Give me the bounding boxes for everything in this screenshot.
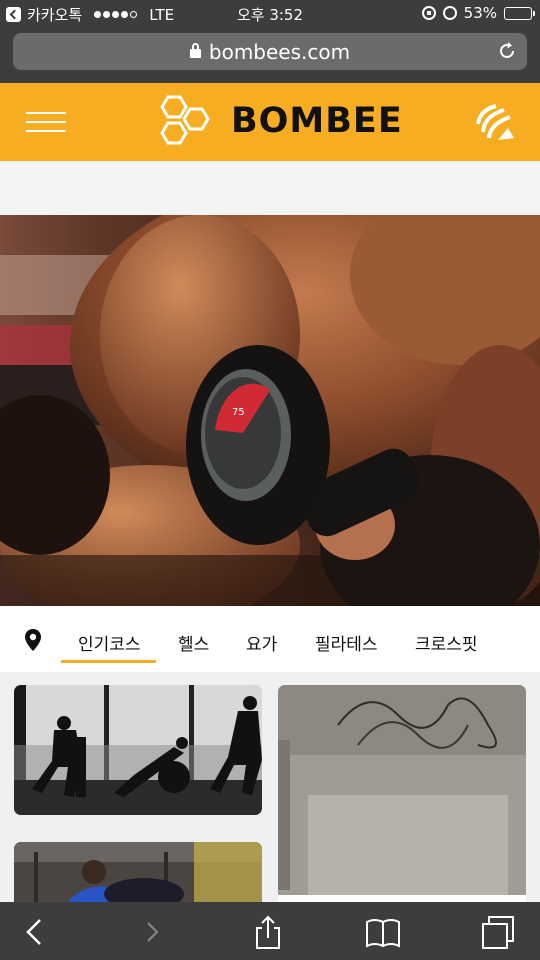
card-caption: 제목 bbox=[278, 895, 526, 902]
tab-yoga[interactable]: 요가 bbox=[246, 630, 277, 655]
card-silhouette-workout[interactable] bbox=[14, 685, 262, 815]
bookmarks-icon[interactable] bbox=[365, 914, 401, 950]
back-icon[interactable] bbox=[16, 914, 52, 950]
browser-address-area: bombees.com bbox=[0, 28, 540, 83]
site-logo[interactable]: BOMBEE bbox=[155, 93, 403, 149]
hero-banner-image[interactable]: 75 bbox=[0, 215, 540, 606]
rotation-lock-icon bbox=[421, 6, 436, 20]
hamburger-menu-icon[interactable] bbox=[26, 110, 66, 134]
url-display[interactable]: bombees.com bbox=[13, 40, 527, 64]
browser-toolbar bbox=[0, 902, 540, 960]
padlock-icon bbox=[189, 43, 201, 58]
dumbbell-workout-photo: 75 bbox=[0, 215, 540, 606]
logo-text: BOMBEE bbox=[231, 101, 403, 141]
header-spacer bbox=[0, 161, 540, 215]
card-title-post[interactable]: 제목 bbox=[278, 685, 526, 902]
address-bar[interactable]: bombees.com bbox=[13, 33, 527, 70]
tab-health[interactable]: 헬스 bbox=[178, 630, 209, 655]
card-gym-training[interactable] bbox=[14, 842, 262, 902]
cables-photo bbox=[278, 685, 526, 902]
forward-icon[interactable] bbox=[134, 914, 170, 950]
url-text: bombees.com bbox=[208, 40, 351, 64]
brand-wings-icon[interactable] bbox=[474, 102, 516, 144]
category-nav: 인기코스 헬스 요가 필라테스 크로스핏 bbox=[0, 606, 540, 672]
svg-text:75: 75 bbox=[232, 407, 245, 418]
silhouette-workout-photo bbox=[14, 685, 262, 815]
gym-training-photo bbox=[14, 842, 262, 902]
battery-icon bbox=[504, 6, 535, 20]
active-tab-indicator bbox=[61, 660, 156, 663]
share-icon[interactable] bbox=[250, 914, 286, 950]
honeycomb-logo-icon bbox=[160, 95, 210, 145]
tab-crossfit[interactable]: 크로스핏 bbox=[415, 630, 478, 655]
status-bar: 카카오톡 LTE 오후 3:52 53% bbox=[0, 0, 540, 28]
battery-percent: 53% bbox=[463, 4, 497, 22]
location-pin-icon[interactable] bbox=[24, 628, 42, 652]
status-right: 53% bbox=[421, 4, 535, 22]
tabs-icon[interactable] bbox=[480, 914, 516, 950]
site-header: BOMBEE bbox=[0, 83, 540, 161]
tab-popular-course[interactable]: 인기코스 bbox=[78, 630, 141, 655]
alarm-icon bbox=[442, 6, 457, 20]
tab-pilates[interactable]: 필라테스 bbox=[315, 630, 378, 655]
content-grid: 제목 bbox=[0, 672, 540, 902]
reload-icon[interactable] bbox=[497, 41, 517, 61]
